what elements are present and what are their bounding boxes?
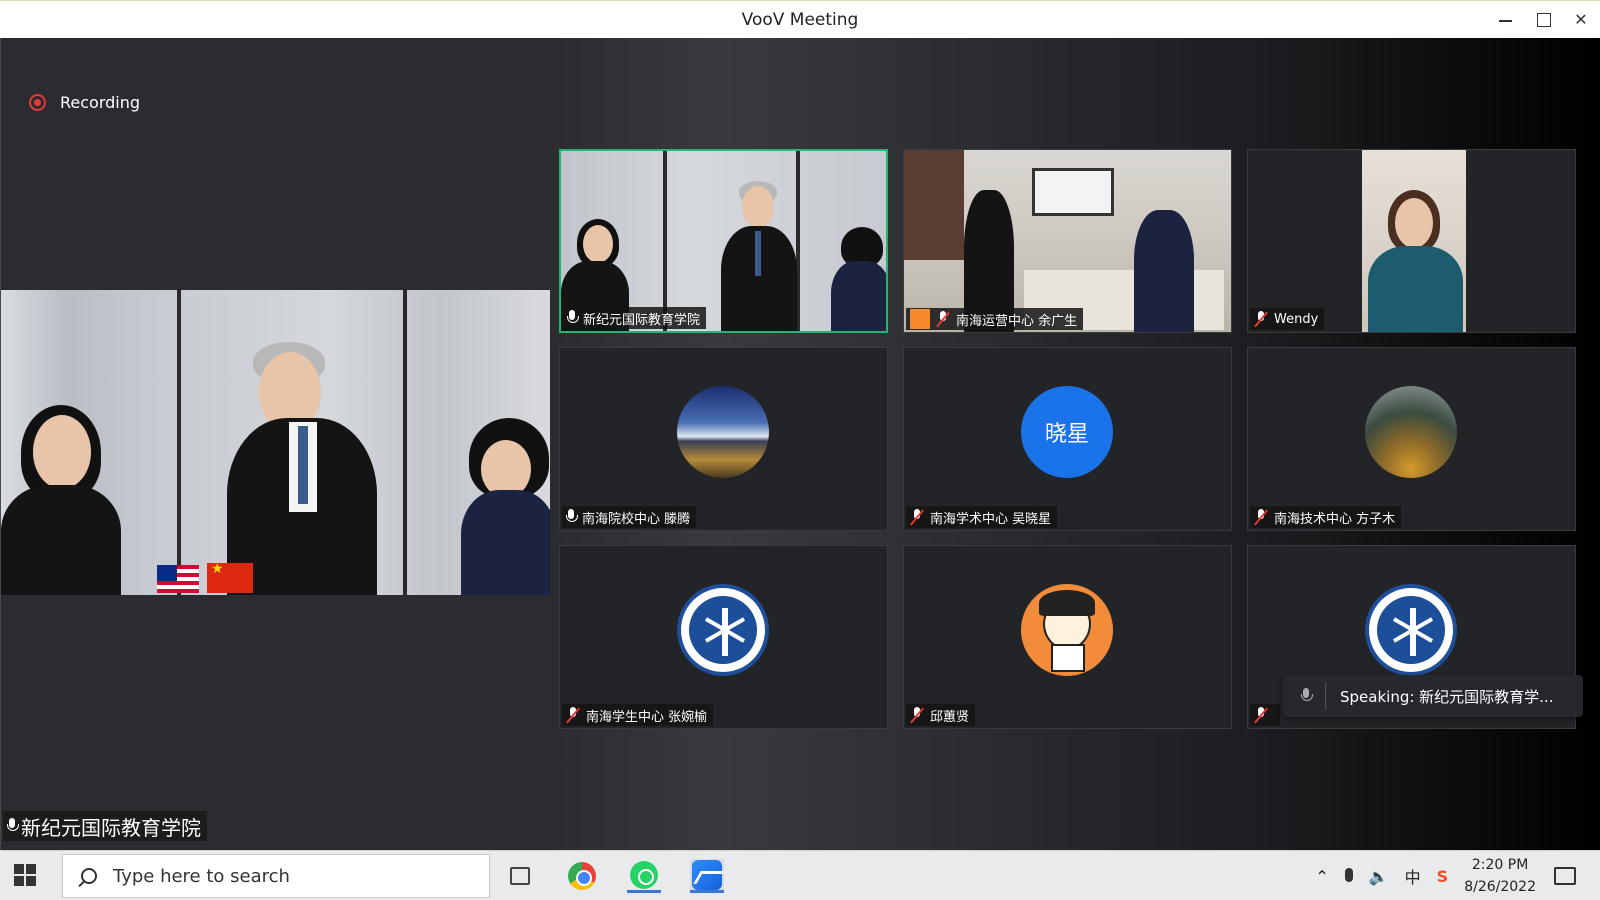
- task-view-icon[interactable]: [503, 859, 537, 893]
- participant-tile[interactable]: 南海运营中心 余广生: [903, 149, 1232, 333]
- tile-name-label: 南海运营中心 余广生: [906, 308, 1084, 330]
- speaking-text: Speaking: 新纪元国际教育学...: [1340, 687, 1554, 706]
- recording-indicator[interactable]: Recording: [29, 93, 140, 112]
- mic-on-icon: [566, 509, 578, 525]
- participant-tile[interactable]: 南海技术中心 方子木: [1247, 347, 1576, 531]
- participant-tile[interactable]: 南海院校中心 滕腾: [559, 347, 888, 531]
- tile-name-label: 南海院校中心 滕腾: [562, 506, 697, 528]
- cartoon-avatar-icon: [1021, 584, 1113, 676]
- participant-tile[interactable]: 晓星 南海学术中心 吴晓星: [903, 347, 1232, 531]
- whatsapp-icon[interactable]: [627, 859, 661, 893]
- recording-label: Recording: [60, 93, 141, 112]
- chevron-up-icon[interactable]: ⌃: [1315, 867, 1328, 886]
- mic-muted-icon: [910, 509, 924, 525]
- microphone-tray-icon[interactable]: [1344, 867, 1353, 886]
- malaysia-flag-icon: [157, 565, 199, 593]
- input-language-indicator[interactable]: 中: [1405, 864, 1421, 888]
- tile-name-label: Wendy: [1250, 308, 1325, 330]
- title-bar: VooV Meeting ✕: [0, 0, 1600, 38]
- avatar: 晓星: [1021, 386, 1113, 478]
- mic-muted-icon: [910, 707, 924, 723]
- meeting-stage: Recording ★ 新纪元国际教育学院 新纪元国际教育学院 南海运营中心 余…: [0, 38, 1600, 883]
- taskbar: Type here to search ⌃ 🔈 中 S 2:20 PM 8/26…: [0, 850, 1600, 900]
- window-title: VooV Meeting: [741, 10, 859, 30]
- mic-muted-icon: [1254, 707, 1268, 723]
- chrome-icon[interactable]: [565, 859, 599, 893]
- main-speaker-video[interactable]: [1, 290, 550, 595]
- user-avatar-icon: [910, 309, 930, 329]
- avatar: [677, 386, 769, 478]
- tile-name-label: 南海学术中心 吴晓星: [906, 506, 1058, 528]
- tile-name-label: 南海技术中心 方子木: [1250, 506, 1402, 528]
- mic-icon: [1301, 688, 1313, 704]
- tile-name-label: 南海学生中心 张婉榆: [562, 704, 714, 726]
- clock-time: 2:20 PM: [1471, 857, 1529, 873]
- china-flag-icon: [207, 561, 253, 593]
- mic-on-icon: [567, 310, 579, 326]
- participant-tile[interactable]: 新纪元国际教育学院: [559, 149, 888, 333]
- search-icon: [81, 868, 97, 884]
- school-logo-icon: [677, 584, 769, 676]
- mic-muted-icon: [936, 311, 950, 327]
- mic-muted-icon: [566, 707, 580, 723]
- taskbar-search-box[interactable]: Type here to search: [62, 854, 490, 898]
- search-placeholder: Type here to search: [113, 865, 290, 887]
- windows-start-icon[interactable]: [14, 864, 36, 886]
- mic-on-icon: [7, 818, 19, 834]
- speaker-icon[interactable]: 🔈: [1369, 867, 1389, 886]
- mic-muted-icon: [1254, 311, 1268, 327]
- tile-name-label: 新纪元国际教育学院: [563, 307, 707, 329]
- voov-meeting-icon[interactable]: [690, 859, 724, 893]
- speaking-indicator: Speaking: 新纪元国际教育学...: [1283, 675, 1583, 717]
- tile-name-label: [1250, 704, 1280, 726]
- clock[interactable]: 2:20 PM 8/26/2022: [1464, 854, 1536, 898]
- participant-tile[interactable]: Wendy: [1247, 149, 1576, 333]
- minimize-button[interactable]: [1492, 8, 1518, 32]
- main-speaker-label: 新纪元国际教育学院: [3, 811, 207, 841]
- close-button[interactable]: ✕: [1568, 8, 1594, 32]
- avatar: [1365, 386, 1457, 478]
- participant-tile[interactable]: 南海学生中心 张婉榆: [559, 545, 888, 729]
- participant-tile[interactable]: 邱蕙贤: [903, 545, 1232, 729]
- system-tray: ⌃ 🔈 中 S 2:20 PM 8/26/2022: [1307, 851, 1600, 900]
- mic-muted-icon: [1254, 509, 1268, 525]
- school-logo-icon: [1365, 584, 1457, 676]
- sogou-tray-icon[interactable]: S: [1437, 867, 1449, 886]
- tile-name-label: 邱蕙贤: [906, 704, 976, 726]
- maximize-button[interactable]: [1530, 8, 1556, 32]
- main-speaker-pane: Recording ★ 新纪元国际教育学院: [0, 38, 550, 850]
- notification-icon[interactable]: [1554, 867, 1576, 885]
- clock-date: 8/26/2022: [1464, 879, 1536, 895]
- record-icon: [29, 94, 46, 111]
